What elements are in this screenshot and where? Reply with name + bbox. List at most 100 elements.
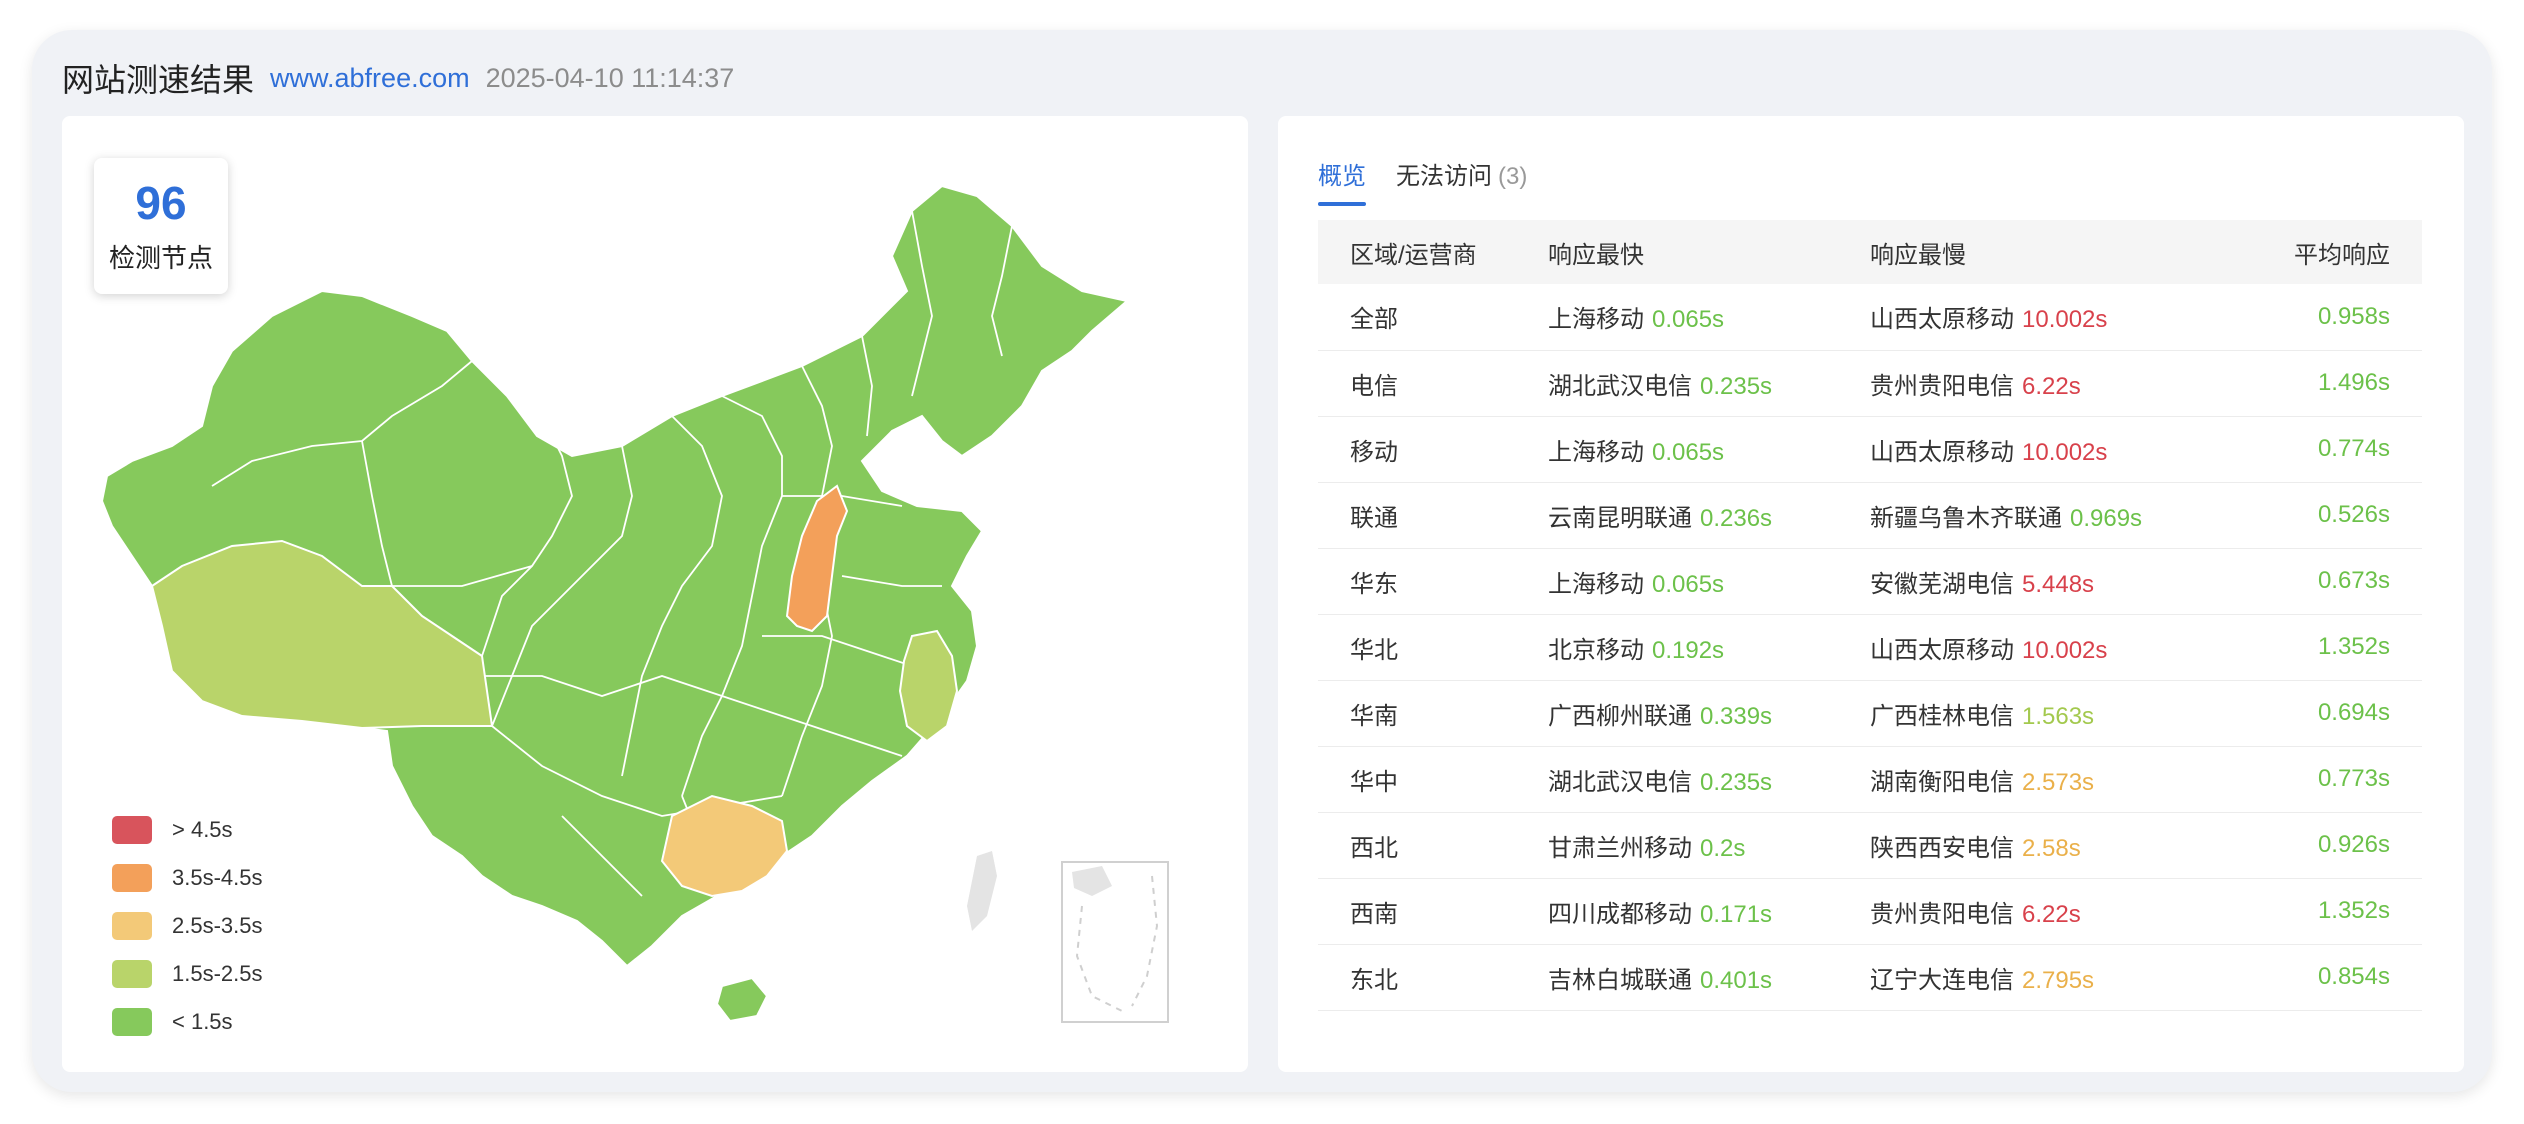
fastest-node: 上海移动 xyxy=(1548,438,1644,466)
fastest-node: 四川成都移动 xyxy=(1548,900,1692,928)
table-row: 移动 上海移动 0.065s 山西太原移动 10.002s 0.774s xyxy=(1318,416,2422,483)
slowest-cell: 山西太原移动 10.002s xyxy=(1838,284,2222,351)
fastest-time: 0.065s xyxy=(1652,570,1725,598)
legend-label: 2.5s-3.5s xyxy=(172,913,263,938)
table-row: 东北 吉林白城联通 0.401s 辽宁大连电信 2.795s 0.854s xyxy=(1318,944,2422,1011)
site-url-link[interactable]: www.abfree.com xyxy=(270,63,470,94)
legend-swatch xyxy=(112,864,152,892)
average-cell: 0.773s xyxy=(2222,746,2422,813)
average-cell: 0.926s xyxy=(2222,812,2422,879)
slowest-node: 新疆乌鲁木齐联通 xyxy=(1870,504,2062,532)
legend-label: > 4.5s xyxy=(172,817,233,842)
tab-overview[interactable]: 概览 xyxy=(1318,146,1366,206)
average-cell: 0.854s xyxy=(2222,944,2422,1011)
results-table: 区域/运营商 响应最快 响应最慢 平均响应 全部 上海移动 0.065s 山西太原移动… xyxy=(1318,220,2422,1011)
region-cell: 西南 xyxy=(1318,878,1516,945)
fastest-time: 0.235s xyxy=(1700,768,1773,796)
region-cell: 华南 xyxy=(1318,680,1516,747)
fastest-node: 广西柳州联通 xyxy=(1548,702,1692,730)
slowest-time: 2.795s xyxy=(2022,966,2095,994)
fastest-cell: 甘肃兰州移动 0.2s xyxy=(1516,812,1838,879)
fastest-node: 湖北武汉电信 xyxy=(1548,372,1692,400)
fastest-cell: 湖北武汉电信 0.235s xyxy=(1516,746,1838,813)
fastest-cell: 广西柳州联通 0.339s xyxy=(1516,680,1838,747)
legend-item[interactable]: 3.5s-4.5s xyxy=(112,854,263,902)
slowest-cell: 贵州贵阳电信 6.22s xyxy=(1838,878,2222,945)
fastest-node: 云南昆明联通 xyxy=(1548,504,1692,532)
fastest-cell: 湖北武汉电信 0.235s xyxy=(1516,350,1838,417)
average-cell: 0.694s xyxy=(2222,680,2422,747)
slowest-node: 辽宁大连电信 xyxy=(1870,966,2014,994)
slowest-time: 10.002s xyxy=(2022,636,2108,664)
slowest-node: 安徽芜湖电信 xyxy=(1870,570,2014,598)
slowest-node: 陕西西安电信 xyxy=(1870,834,2014,862)
average-cell: 1.496s xyxy=(2222,350,2422,417)
map-region-hainan xyxy=(715,976,769,1023)
map-card: 96 检测节点 > 4.5s 3.5s-4.5s 2.5s-3.5s 1.5s-… xyxy=(62,116,1248,1072)
fastest-time: 0.171s xyxy=(1700,900,1773,928)
table-row: 华北 北京移动 0.192s 山西太原移动 10.002s 1.352s xyxy=(1318,614,2422,681)
fastest-time: 0.339s xyxy=(1700,702,1773,730)
slowest-node: 山西太原移动 xyxy=(1870,636,2014,664)
fastest-time: 0.236s xyxy=(1700,504,1773,532)
slowest-cell: 贵州贵阳电信 6.22s xyxy=(1838,350,2222,417)
fastest-time: 0.065s xyxy=(1652,438,1725,466)
table-header-row: 区域/运营商 响应最快 响应最慢 平均响应 xyxy=(1318,220,2422,284)
slowest-time: 5.448s xyxy=(2022,570,2095,598)
fastest-node: 吉林白城联通 xyxy=(1548,966,1692,994)
fastest-cell: 上海移动 0.065s xyxy=(1516,284,1838,351)
legend-item[interactable]: 1.5s-2.5s xyxy=(112,950,263,998)
fastest-node: 上海移动 xyxy=(1548,306,1644,334)
slowest-time: 6.22s xyxy=(2022,372,2081,400)
legend-swatch xyxy=(112,960,152,988)
results-panel: 网站测速结果 www.abfree.com 2025-04-10 11:14:3… xyxy=(32,30,2492,1092)
slowest-cell: 山西太原移动 10.002s xyxy=(1838,614,2222,681)
test-timestamp: 2025-04-10 11:14:37 xyxy=(485,62,735,93)
slowest-node: 湖南衡阳电信 xyxy=(1870,768,2014,796)
average-cell: 1.352s xyxy=(2222,878,2422,945)
slowest-cell: 新疆乌鲁木齐联通 0.969s xyxy=(1838,482,2222,549)
fastest-node: 甘肃兰州移动 xyxy=(1548,834,1692,862)
fastest-node: 上海移动 xyxy=(1548,570,1644,598)
region-cell: 联通 xyxy=(1318,482,1516,549)
node-count: 96 xyxy=(135,177,187,229)
fastest-node: 湖北武汉电信 xyxy=(1548,768,1692,796)
slowest-time: 0.969s xyxy=(2070,504,2143,532)
average-cell: 0.526s xyxy=(2222,482,2422,549)
slowest-node: 贵州贵阳电信 xyxy=(1870,372,2014,400)
slowest-cell: 湖南衡阳电信 2.573s xyxy=(1838,746,2222,813)
page-title: 网站测速结果 xyxy=(62,62,255,98)
fastest-time: 0.2s xyxy=(1700,834,1746,862)
results-table-card: 概览 无法访问 (3) 区域/运营商 响应最快 响应最慢 平均响应 全部 上海移动 0… xyxy=(1278,116,2464,1072)
legend-item[interactable]: < 1.5s xyxy=(112,998,263,1046)
slowest-time: 2.58s xyxy=(2022,834,2081,862)
fastest-cell: 四川成都移动 0.171s xyxy=(1516,878,1838,945)
table-row: 华中 湖北武汉电信 0.235s 湖南衡阳电信 2.573s 0.773s xyxy=(1318,746,2422,813)
map-legend: > 4.5s 3.5s-4.5s 2.5s-3.5s 1.5s-2.5s < 1… xyxy=(112,806,263,1046)
region-cell: 西北 xyxy=(1318,812,1516,879)
fastest-cell: 吉林白城联通 0.401s xyxy=(1516,944,1838,1011)
table-row: 华东 上海移动 0.065s 安徽芜湖电信 5.448s 0.673s xyxy=(1318,548,2422,615)
tab-unreachable[interactable]: 无法访问 (3) xyxy=(1396,146,1527,206)
fastest-time: 0.065s xyxy=(1652,306,1725,334)
table-row: 西南 四川成都移动 0.171s 贵州贵阳电信 6.22s 1.352s xyxy=(1318,878,2422,945)
slowest-time: 6.22s xyxy=(2022,900,2081,928)
fastest-cell: 上海移动 0.065s xyxy=(1516,416,1838,483)
legend-label: 3.5s-4.5s xyxy=(172,865,263,890)
legend-item[interactable]: 2.5s-3.5s xyxy=(112,902,263,950)
slowest-cell: 陕西西安电信 2.58s xyxy=(1838,812,2222,879)
slowest-time: 10.002s xyxy=(2022,438,2108,466)
column-header-average: 平均响应 xyxy=(2294,241,2390,269)
table-row: 电信 湖北武汉电信 0.235s 贵州贵阳电信 6.22s 1.496s xyxy=(1318,350,2422,417)
fastest-time: 0.401s xyxy=(1700,966,1773,994)
slowest-time: 10.002s xyxy=(2022,306,2108,334)
result-tabs: 概览 无法访问 (3) xyxy=(1318,146,1527,206)
node-count-label: 检测节点 xyxy=(108,243,213,273)
fastest-cell: 上海移动 0.065s xyxy=(1516,548,1838,615)
slowest-node: 山西太原移动 xyxy=(1870,438,2014,466)
legend-swatch xyxy=(112,912,152,940)
region-cell: 移动 xyxy=(1318,416,1516,483)
legend-item[interactable]: > 4.5s xyxy=(112,806,263,854)
region-cell: 全部 xyxy=(1318,284,1516,351)
column-header-fastest: 响应最快 xyxy=(1548,241,1644,269)
